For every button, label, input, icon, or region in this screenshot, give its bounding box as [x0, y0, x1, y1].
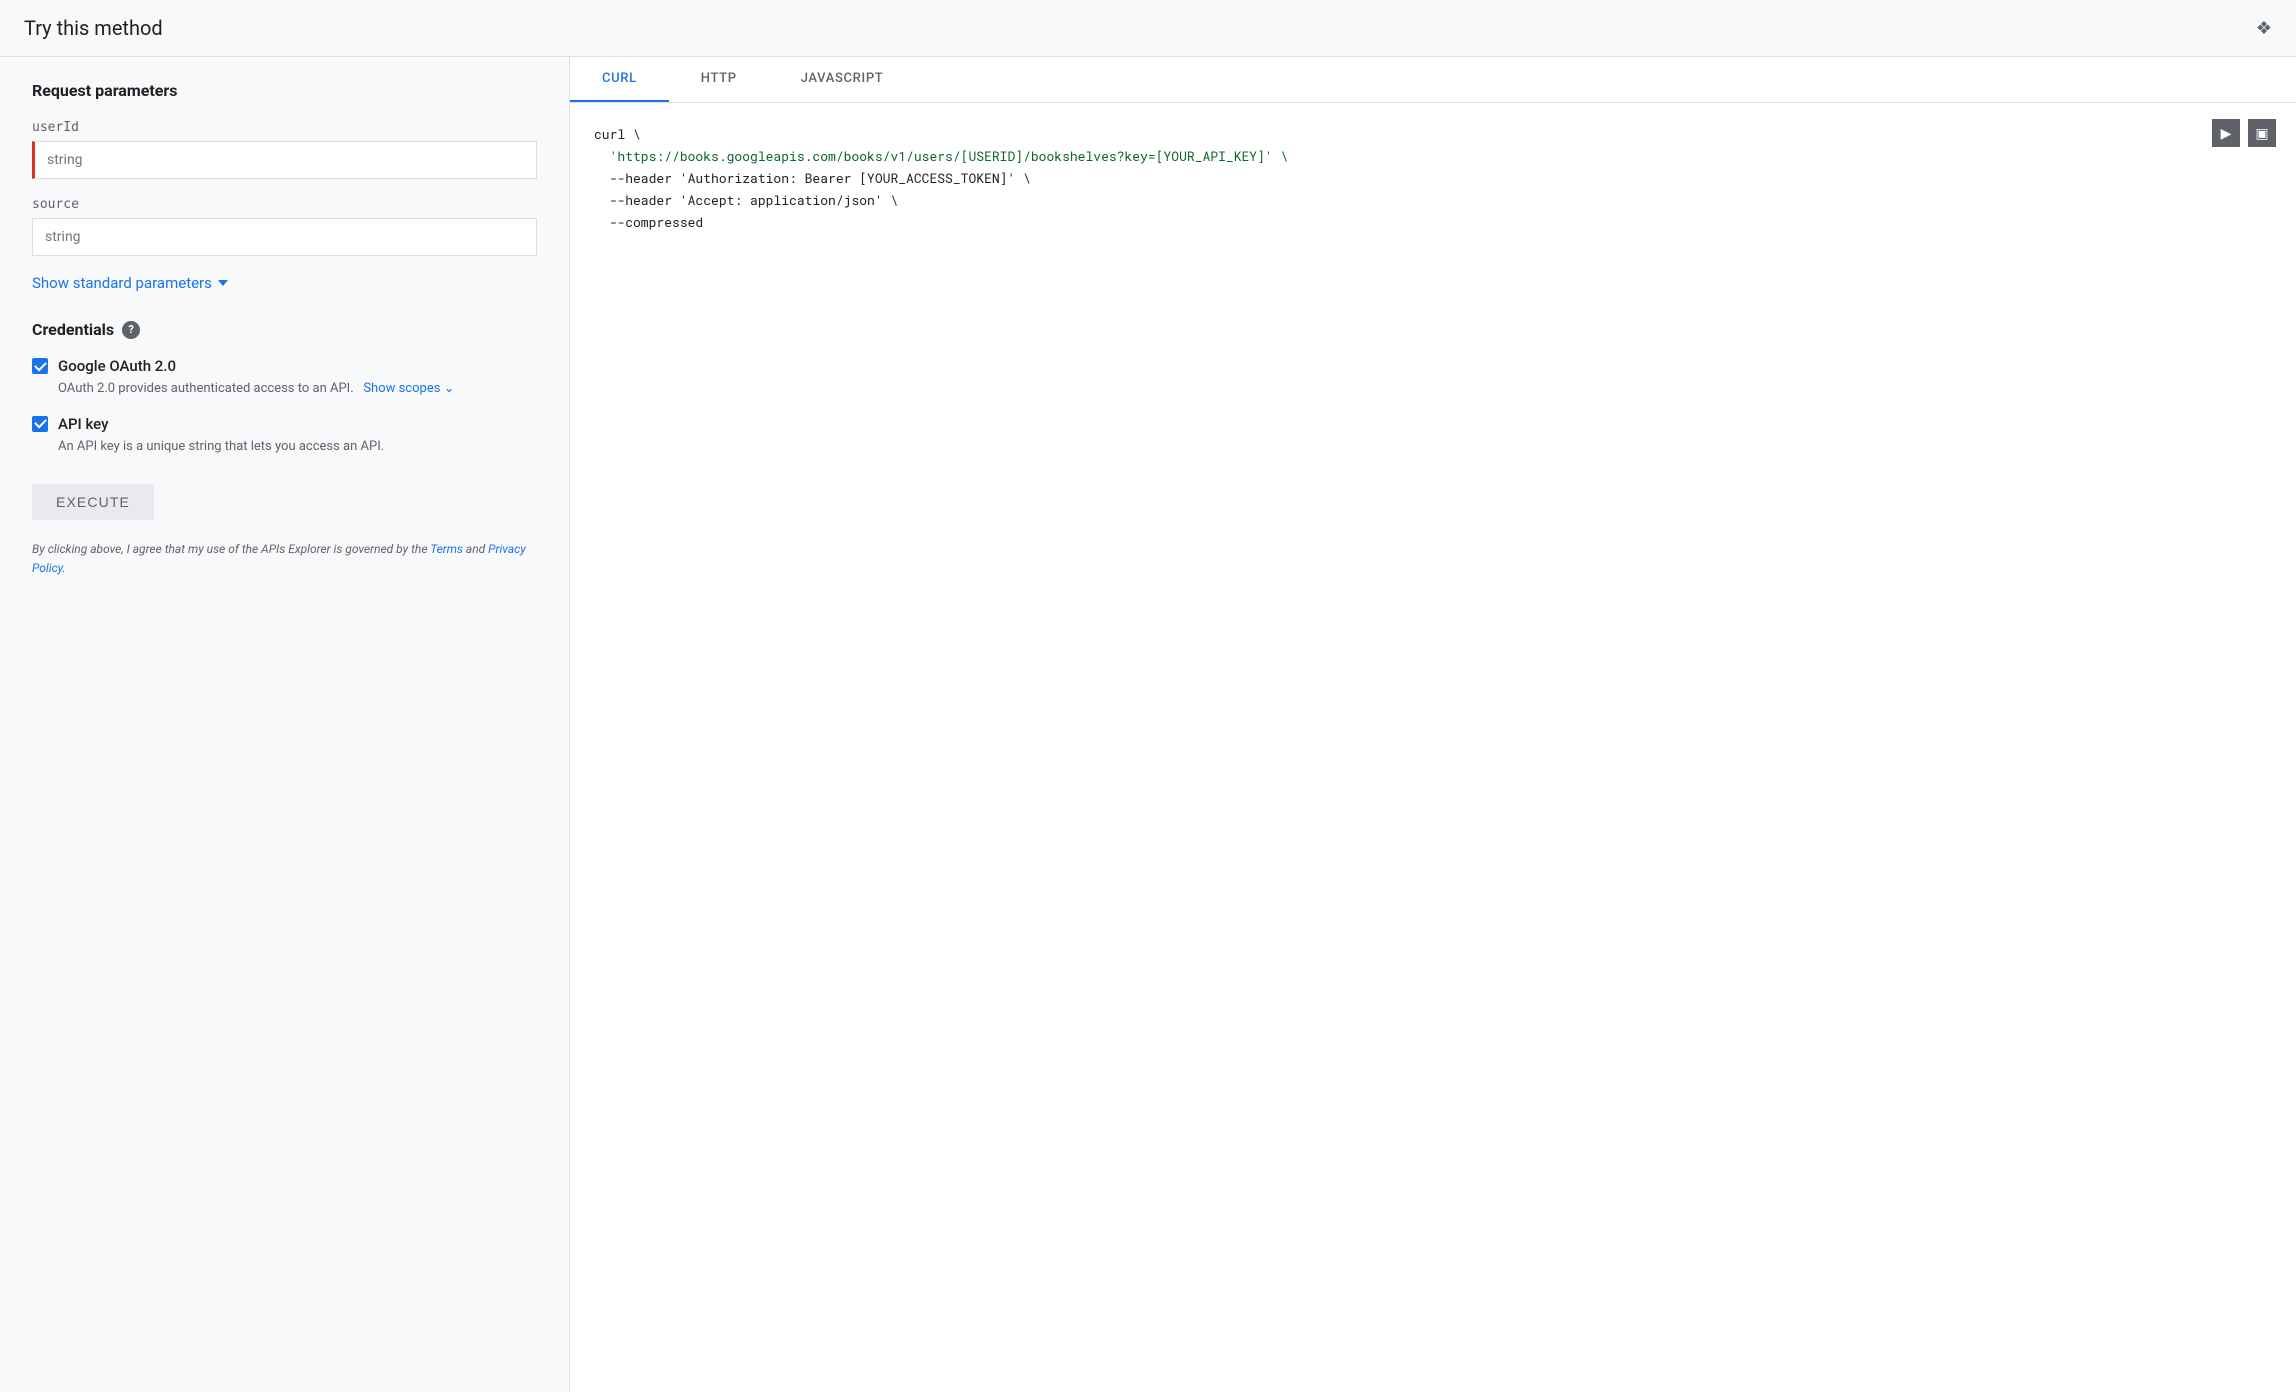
oauth-credential-item: Google OAuth 2.0 OAuth 2.0 provides auth… — [32, 357, 537, 399]
apikey-checkbox[interactable] — [32, 416, 48, 432]
page-title: Try this method — [24, 16, 163, 40]
apikey-row: API key — [32, 415, 537, 433]
right-panel: cURL HTTP JAVASCRIPT ▶ ▣ curl \ 'https:/… — [570, 57, 2296, 1392]
show-standard-params-link[interactable]: Show standard parameters — [32, 274, 537, 292]
credentials-title: Credentials — [32, 320, 114, 339]
userid-label: userId — [32, 120, 537, 135]
tab-curl[interactable]: cURL — [570, 57, 669, 102]
tab-javascript[interactable]: JAVASCRIPT — [769, 57, 916, 102]
credentials-header: Credentials ? — [32, 320, 537, 339]
code-copy-button[interactable]: ▣ — [2248, 119, 2276, 147]
oauth-row: Google OAuth 2.0 — [32, 357, 537, 375]
apikey-name: API key — [58, 415, 108, 433]
tabs-bar: cURL HTTP JAVASCRIPT — [570, 57, 2296, 103]
oauth-name: Google OAuth 2.0 — [58, 357, 176, 375]
execute-button[interactable]: EXECUTE — [32, 484, 154, 520]
oauth-checkbox[interactable] — [32, 358, 48, 374]
apikey-desc: An API key is a unique string that lets … — [58, 437, 537, 457]
source-input[interactable] — [33, 219, 536, 255]
app-container: Try this method ❖ Request parameters use… — [0, 0, 2296, 1392]
tab-http[interactable]: HTTP — [669, 57, 769, 102]
show-standard-params-label: Show standard parameters — [32, 274, 212, 292]
source-label: source — [32, 197, 537, 212]
oauth-desc: OAuth 2.0 provides authenticated access … — [58, 379, 537, 399]
code-block: curl \ 'https://books.googleapis.com/boo… — [594, 123, 2272, 233]
code-chat-button[interactable]: ▶ — [2212, 119, 2240, 147]
terms-link[interactable]: Terms — [430, 542, 463, 556]
code-toolbar: ▶ ▣ — [2212, 119, 2276, 147]
request-params-title: Request parameters — [32, 81, 537, 100]
apikey-credential-item: API key An API key is a unique string th… — [32, 415, 537, 457]
disclaimer: By clicking above, I agree that my use o… — [32, 540, 537, 578]
header: Try this method ❖ — [0, 0, 2296, 57]
userid-input[interactable] — [35, 142, 536, 178]
help-icon[interactable]: ? — [122, 321, 140, 339]
source-input-wrapper — [32, 218, 537, 256]
main-content: Request parameters userId source Show st… — [0, 57, 2296, 1392]
left-panel: Request parameters userId source Show st… — [0, 57, 570, 1392]
chevron-down-icon — [218, 280, 228, 286]
userid-input-wrapper — [32, 141, 537, 179]
expand-icon[interactable]: ❖ — [2256, 18, 2272, 39]
show-scopes-link[interactable]: Show scopes ⌄ — [360, 381, 454, 396]
credentials-section: Credentials ? Google OAuth 2.0 OAuth 2.0… — [32, 320, 537, 456]
code-area: ▶ ▣ curl \ 'https://books.googleapis.com… — [570, 103, 2296, 1392]
